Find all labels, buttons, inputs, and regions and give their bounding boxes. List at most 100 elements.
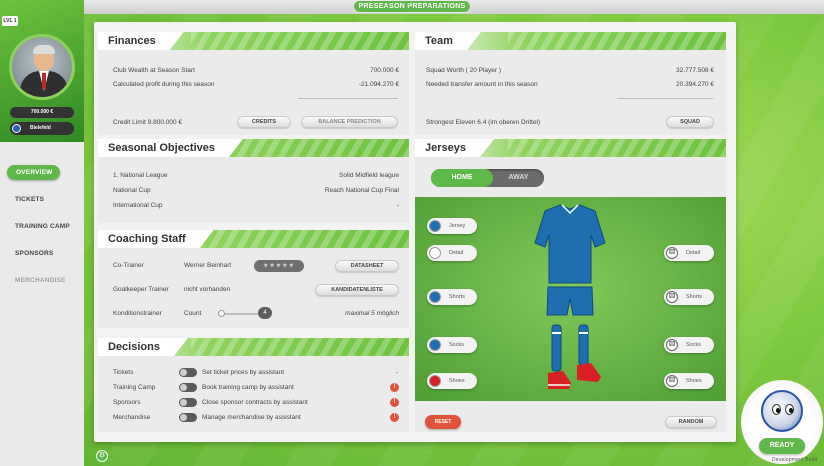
warning-icon: ! <box>390 383 399 392</box>
sidebar-item-overview[interactable]: OVERVIEW <box>7 165 60 180</box>
finance-label: Club Wealth at Season Start <box>113 67 195 74</box>
warning-icon: ! <box>390 413 399 422</box>
objective-value: Solid Midfield league <box>339 172 399 179</box>
dice-icon: ⚄ <box>666 291 678 303</box>
decision-label: Sponsors <box>113 399 141 406</box>
goalkeeper-trainer-label: Goalkeeper Trainer <box>113 286 169 293</box>
finance-value: 700.000 € <box>370 67 399 74</box>
section-title: Team <box>415 32 481 50</box>
dice-icon: ⚄ <box>666 375 678 387</box>
manager-avatar[interactable] <box>9 34 75 100</box>
page-title: PRESEASON PREPARATIONS <box>354 1 470 12</box>
decision-label: Merchandise <box>113 414 151 421</box>
shorts-pattern-picker[interactable]: ⚄ Shorts <box>664 289 714 305</box>
sidebar: LVL 1 700.000 € Bielefeld OVERVIEW TICKE… <box>0 0 84 466</box>
squad-button[interactable]: SQUAD <box>666 116 714 128</box>
decision-label: Tickets <box>113 369 134 376</box>
sidebar-item-sponsors[interactable]: SPONSORS <box>0 250 84 257</box>
mascot-icon <box>761 390 803 432</box>
max-note: maximal 5 möglich <box>345 310 399 317</box>
socks-pattern-picker[interactable]: ⚄ Socks <box>664 337 714 353</box>
decision-toggle[interactable] <box>179 398 197 407</box>
level-badge: LVL 1 <box>2 16 18 26</box>
detail-color-picker[interactable]: Detail <box>427 245 477 261</box>
team-value: 32.777.508 € <box>676 67 714 74</box>
shoes-color-swatch <box>429 375 441 387</box>
warning-icon: ! <box>390 398 399 407</box>
team-label: Squad Worth ( 20 Player ) <box>426 67 502 74</box>
socks-color-swatch <box>429 339 441 351</box>
strongest-eleven: Strongest Eleven 6.4 (im oberen Drittel) <box>426 119 541 126</box>
shoes-pattern-picker[interactable]: ⚄ Shoes <box>664 373 714 389</box>
credits-button[interactable]: CREDITS <box>237 116 291 128</box>
random-button[interactable]: RANDOM <box>665 416 717 428</box>
decision-toggle[interactable] <box>179 383 197 392</box>
jersey-color-swatch <box>429 220 441 232</box>
co-trainer-label: Co-Trainer <box>113 262 144 269</box>
dice-icon: ⚄ <box>666 339 678 351</box>
coaching-header: Coaching Staff <box>98 230 409 248</box>
pill-label: Socks <box>449 342 464 348</box>
pill-label: Shoes <box>449 378 465 384</box>
jersey-color-picker[interactable]: Jersey <box>427 218 477 234</box>
pill-label: Socks <box>686 342 701 348</box>
sidebar-item-tickets[interactable]: TICKETS <box>0 196 84 203</box>
ready-panel: READY <box>741 380 823 464</box>
money-display: 700.000 € <box>10 107 74 118</box>
detail-pattern-picker[interactable]: ⚄ Detail <box>664 245 714 261</box>
objective-label: International Cup <box>113 202 163 209</box>
decision-toggle[interactable] <box>179 413 197 422</box>
kondition-label: Konditionstrainer <box>113 310 162 317</box>
coaching-section: Coaching Staff Co-Trainer Werner Beinhar… <box>98 230 409 328</box>
shorts-color-swatch <box>429 291 441 303</box>
team-label: Needed transfer amount in this season <box>426 81 538 88</box>
club-display[interactable]: Bielefeld <box>10 122 74 135</box>
sidebar-item-training-camp[interactable]: TRAINING CAMP <box>0 223 84 230</box>
objective-value: Reach National Cup Final <box>324 187 399 194</box>
kandidatenliste-button[interactable]: KANDIDATENLISTE <box>315 284 399 296</box>
reset-button[interactable]: RESET <box>425 415 461 429</box>
datasheet-button[interactable]: DATASHEET <box>335 260 399 272</box>
jerseys-section: Jerseys HOME AWAY Jersey Detail Shorts S… <box>415 139 726 432</box>
finances-header: Finances <box>98 32 409 50</box>
shoes-color-picker[interactable]: Shoes <box>427 373 477 389</box>
shorts-color-picker[interactable]: Shorts <box>427 289 477 305</box>
objective-label: 1. National League <box>113 172 168 179</box>
socks-color-picker[interactable]: Socks <box>427 337 477 353</box>
decision-label: Training Camp <box>113 384 156 391</box>
team-header: Team <box>415 32 726 50</box>
count-label: Count <box>184 310 202 317</box>
decision-text: Book training camp by assistant <box>202 384 294 391</box>
decision-text: Close sponsor contracts by assistant <box>202 399 308 406</box>
finance-value: -21.094.270 € <box>358 81 399 88</box>
pill-label: Shoes <box>686 378 702 384</box>
objectives-section: Seasonal Objectives 1. National League S… <box>98 139 409 223</box>
decisions-header: Decisions <box>98 338 409 356</box>
section-title: Jerseys <box>415 139 494 157</box>
ready-button[interactable]: READY <box>759 438 805 454</box>
section-title: Seasonal Objectives <box>98 139 243 157</box>
objective-value: - <box>396 202 399 209</box>
section-title: Decisions <box>98 338 188 356</box>
settings-icon[interactable]: ⚙ <box>96 450 108 462</box>
decision-status: - <box>396 369 399 376</box>
balance-prediction-button[interactable]: BALANCE PREDICTION <box>301 116 398 128</box>
divider <box>298 98 398 99</box>
decision-text: Set ticket prices by assistant <box>202 369 285 376</box>
credit-limit: Credit Limit 9.800.000 € <box>113 119 183 126</box>
count-slider-handle[interactable] <box>218 310 225 317</box>
objective-label: National Cup <box>113 187 151 194</box>
tab-away[interactable]: AWAY <box>493 169 544 187</box>
team-section: Team Squad Worth ( 20 Player ) 32.777.50… <box>415 32 726 135</box>
club-name: Bielefeld <box>30 125 51 131</box>
decisions-section: Decisions Tickets Set ticket prices by a… <box>98 338 409 432</box>
finances-section: Finances Club Wealth at Season Start 700… <box>98 32 409 135</box>
decision-toggle[interactable] <box>179 368 197 377</box>
pill-label: Shorts <box>686 294 702 300</box>
rating-stars-icon: ★★★★★ <box>254 260 304 272</box>
club-badge-icon <box>12 124 21 133</box>
tab-home[interactable]: HOME <box>431 169 493 187</box>
home-away-toggle[interactable]: HOME AWAY <box>431 169 544 187</box>
detail-color-swatch <box>429 247 441 259</box>
divider <box>617 98 713 99</box>
